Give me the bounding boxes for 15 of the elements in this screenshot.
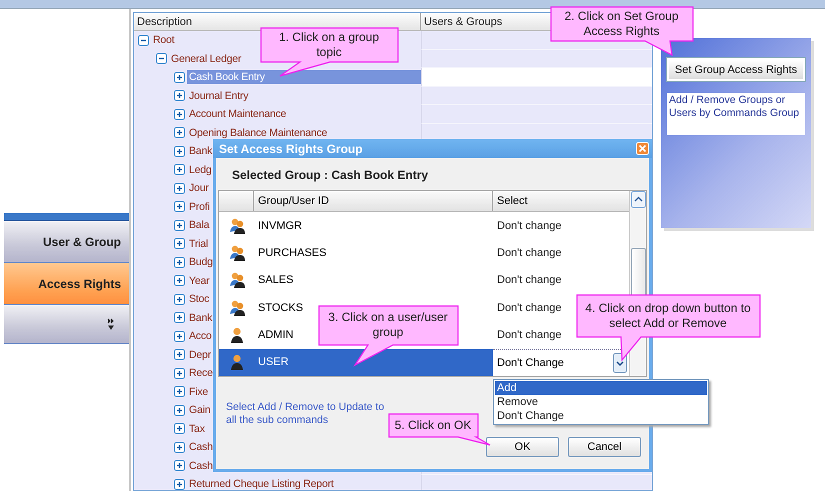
callout-tooltip: 5. Click on OK [388, 413, 492, 447]
dialog-title: Set Access Rights Group [219, 142, 363, 156]
user-id: USER [257, 356, 289, 368]
description-text: Add / Remove Groups or Users by Commands Group [667, 93, 805, 135]
user-id: INVMGR [257, 220, 302, 232]
combo-value: Don't Change [497, 356, 564, 369]
user-id: STOCKS [257, 302, 304, 314]
user-id: ADMIN [257, 329, 294, 342]
user-id: SALES [257, 274, 294, 286]
callout-tooltip: 2. Click on Set Group Access Rights [550, 6, 695, 57]
hint-text: Select Add / Remove to Update to all the sub commands [226, 401, 386, 427]
callout-tooltip: 4. Click on drop down button to select Add or Remove [576, 294, 762, 362]
user-id: PURCHASES [257, 246, 326, 259]
selected-group-heading: Selected Group : Cash Book Entry [231, 167, 430, 184]
callout-tooltip: 3. Click on a user/user group [318, 305, 460, 367]
